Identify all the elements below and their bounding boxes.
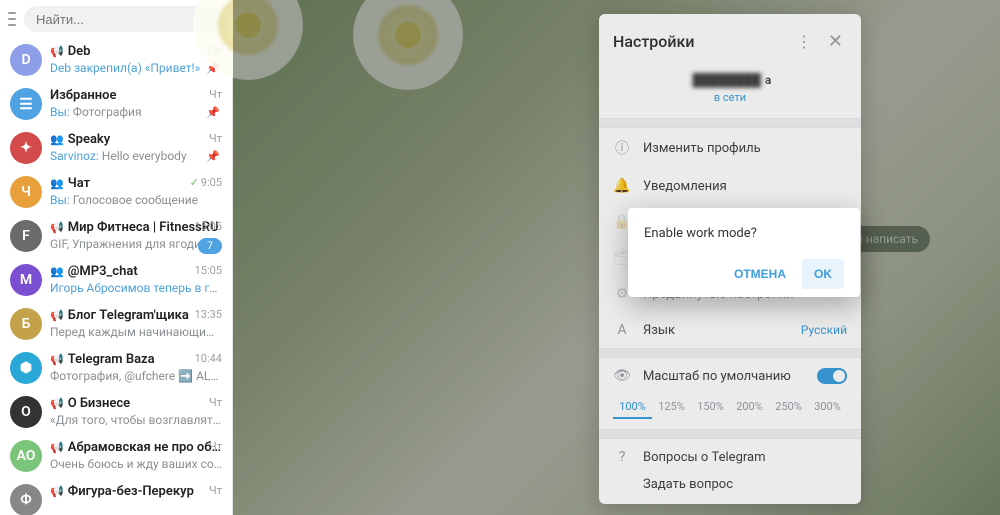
pin-icon: 📌 (206, 150, 220, 163)
chat-name: О Бизнесе (68, 396, 222, 411)
channel-type-icon: 📢 (50, 45, 64, 58)
chat-time: ✓9:05 (190, 176, 222, 189)
chat-row[interactable]: ⬢📢Telegram BazaФотография, @ufchere ➡️ A… (0, 346, 232, 390)
channel-type-icon: 📢 (50, 441, 64, 454)
chat-name: Speaky (68, 132, 222, 147)
check-icon: ✓ (190, 176, 199, 189)
chat-time: Чт (209, 484, 222, 497)
avatar: ☰ (10, 88, 42, 120)
cancel-button[interactable]: ОТМЕНА (722, 259, 798, 289)
chat-row[interactable]: АО 📢 Абрамовская не про обрабо... Очень бою… (0, 434, 232, 478)
chat-preview: Вы: Голосовое сообщение (50, 193, 222, 207)
channel-type-icon: 📢 (50, 397, 64, 410)
chat-preview: Очень боюсь и жду ваших совет... (50, 457, 222, 471)
chat-row[interactable]: Ч👥ЧатВы: Голосовое сообщение✓9:05 (0, 170, 232, 214)
chat-row[interactable]: О 📢 О Бизнесе «Для того, чтобы возглавлять … (0, 390, 232, 434)
chat-time: Чт (209, 396, 222, 409)
channel-type-icon: 👥 (50, 265, 64, 278)
chat-row[interactable]: Б📢Блог Telegram'щикаПеред каждым начинаю… (0, 302, 232, 346)
chat-body: 👥 Speaky Sarvinoz: Hello everybody (50, 132, 222, 163)
chat-name: Фигура-без-Перекур (68, 484, 222, 499)
menu-icon[interactable] (8, 12, 16, 26)
dialog-buttons: ОТМЕНА OK (644, 259, 844, 289)
dialog-overlay[interactable] (233, 0, 1000, 515)
avatar: Б (10, 308, 42, 340)
avatar: О (10, 396, 42, 428)
chat-body: 📢 Фигура-без-Перекур (50, 484, 222, 501)
chat-time: Чт (209, 132, 222, 145)
chat-preview: Вы: Фотография (50, 105, 222, 119)
unread-badge: 7 (198, 238, 222, 254)
chat-time: 15:05 (195, 220, 222, 233)
chat-name: Абрамовская не про обрабо... (68, 440, 222, 455)
chat-row[interactable]: ☰ Избранное Вы: Фотография Чт 📌 (0, 82, 232, 126)
chat-time: 15:05 (195, 264, 222, 277)
avatar: Ф (10, 484, 42, 515)
avatar: АО (10, 440, 42, 472)
dialog-message: Enable work mode? (644, 226, 844, 241)
chat-background: бы написать Настройки ⋮ ✕ ████████а в се… (233, 0, 1000, 515)
chat-body: 📢DebDeb закрепил(а) «Привет!» (50, 44, 222, 75)
chat-row[interactable]: Ф 📢 Фигура-без-ПерекурЧт (0, 478, 232, 515)
avatar: ✦ (10, 132, 42, 164)
channel-type-icon: 📢 (50, 485, 64, 498)
avatar: F (10, 220, 42, 252)
avatar: Ч (10, 176, 42, 208)
chat-time: Чт (209, 440, 222, 453)
chat-body: 📢 Абрамовская не про обрабо... Очень боюсь… (50, 440, 222, 471)
chat-time: 13:35 (195, 308, 222, 321)
chat-list: D📢DebDeb закрепил(а) «Привет!»Пн📌☰Избран… (0, 38, 232, 515)
chat-body: Избранное Вы: Фотография (50, 88, 222, 119)
channel-type-icon: 👥 (50, 177, 64, 190)
channel-type-icon: 📢 (50, 221, 64, 234)
chat-preview: Sarvinoz: Hello everybody (50, 149, 222, 163)
confirm-dialog: Enable work mode? ОТМЕНА OK (628, 208, 860, 297)
channel-type-icon: 📢 (50, 309, 64, 322)
chat-body: 📢 О Бизнесе «Для того, чтобы возглавлять к… (50, 396, 222, 427)
avatar: M (10, 264, 42, 296)
avatar: ⬢ (10, 352, 42, 384)
chat-row[interactable]: F📢Мир Фитнеса | FitnessRUGIF, Упражнения… (0, 214, 232, 258)
chat-preview: Фотография, @ufchere ➡️ ALL MMA ... (50, 369, 222, 383)
channel-type-icon: 📢 (50, 353, 64, 366)
chat-row[interactable]: ✦ 👥 Speaky Sarvinoz: Hello everybody Чт 📌 (0, 126, 232, 170)
app-root: D📢DebDeb закрепил(а) «Привет!»Пн📌☰Избран… (0, 0, 1000, 515)
chat-preview: Перед каждым начинающим пред... (50, 325, 222, 339)
channel-type-icon: 👥 (50, 133, 64, 146)
chat-preview: Игорь Абросимов теперь в группе (50, 281, 222, 295)
sidebar: D📢DebDeb закрепил(а) «Привет!»Пн📌☰Избран… (0, 0, 233, 515)
chat-preview: GIF, Упражнения для ягодиц, по ... (50, 237, 222, 251)
chat-time: Чт (209, 88, 222, 101)
chat-preview: «Для того, чтобы возглавлять компа... (50, 413, 222, 427)
chat-row[interactable]: M👥@MP3_chatИгорь Абросимов теперь в груп… (0, 258, 232, 302)
ok-button[interactable]: OK (802, 259, 844, 289)
chat-preview: Deb закрепил(а) «Привет!» (50, 61, 222, 75)
chat-time: 10:44 (195, 352, 222, 365)
chat-name: Избранное (50, 88, 222, 103)
avatar: D (10, 44, 42, 76)
pin-icon: 📌 (206, 106, 220, 119)
